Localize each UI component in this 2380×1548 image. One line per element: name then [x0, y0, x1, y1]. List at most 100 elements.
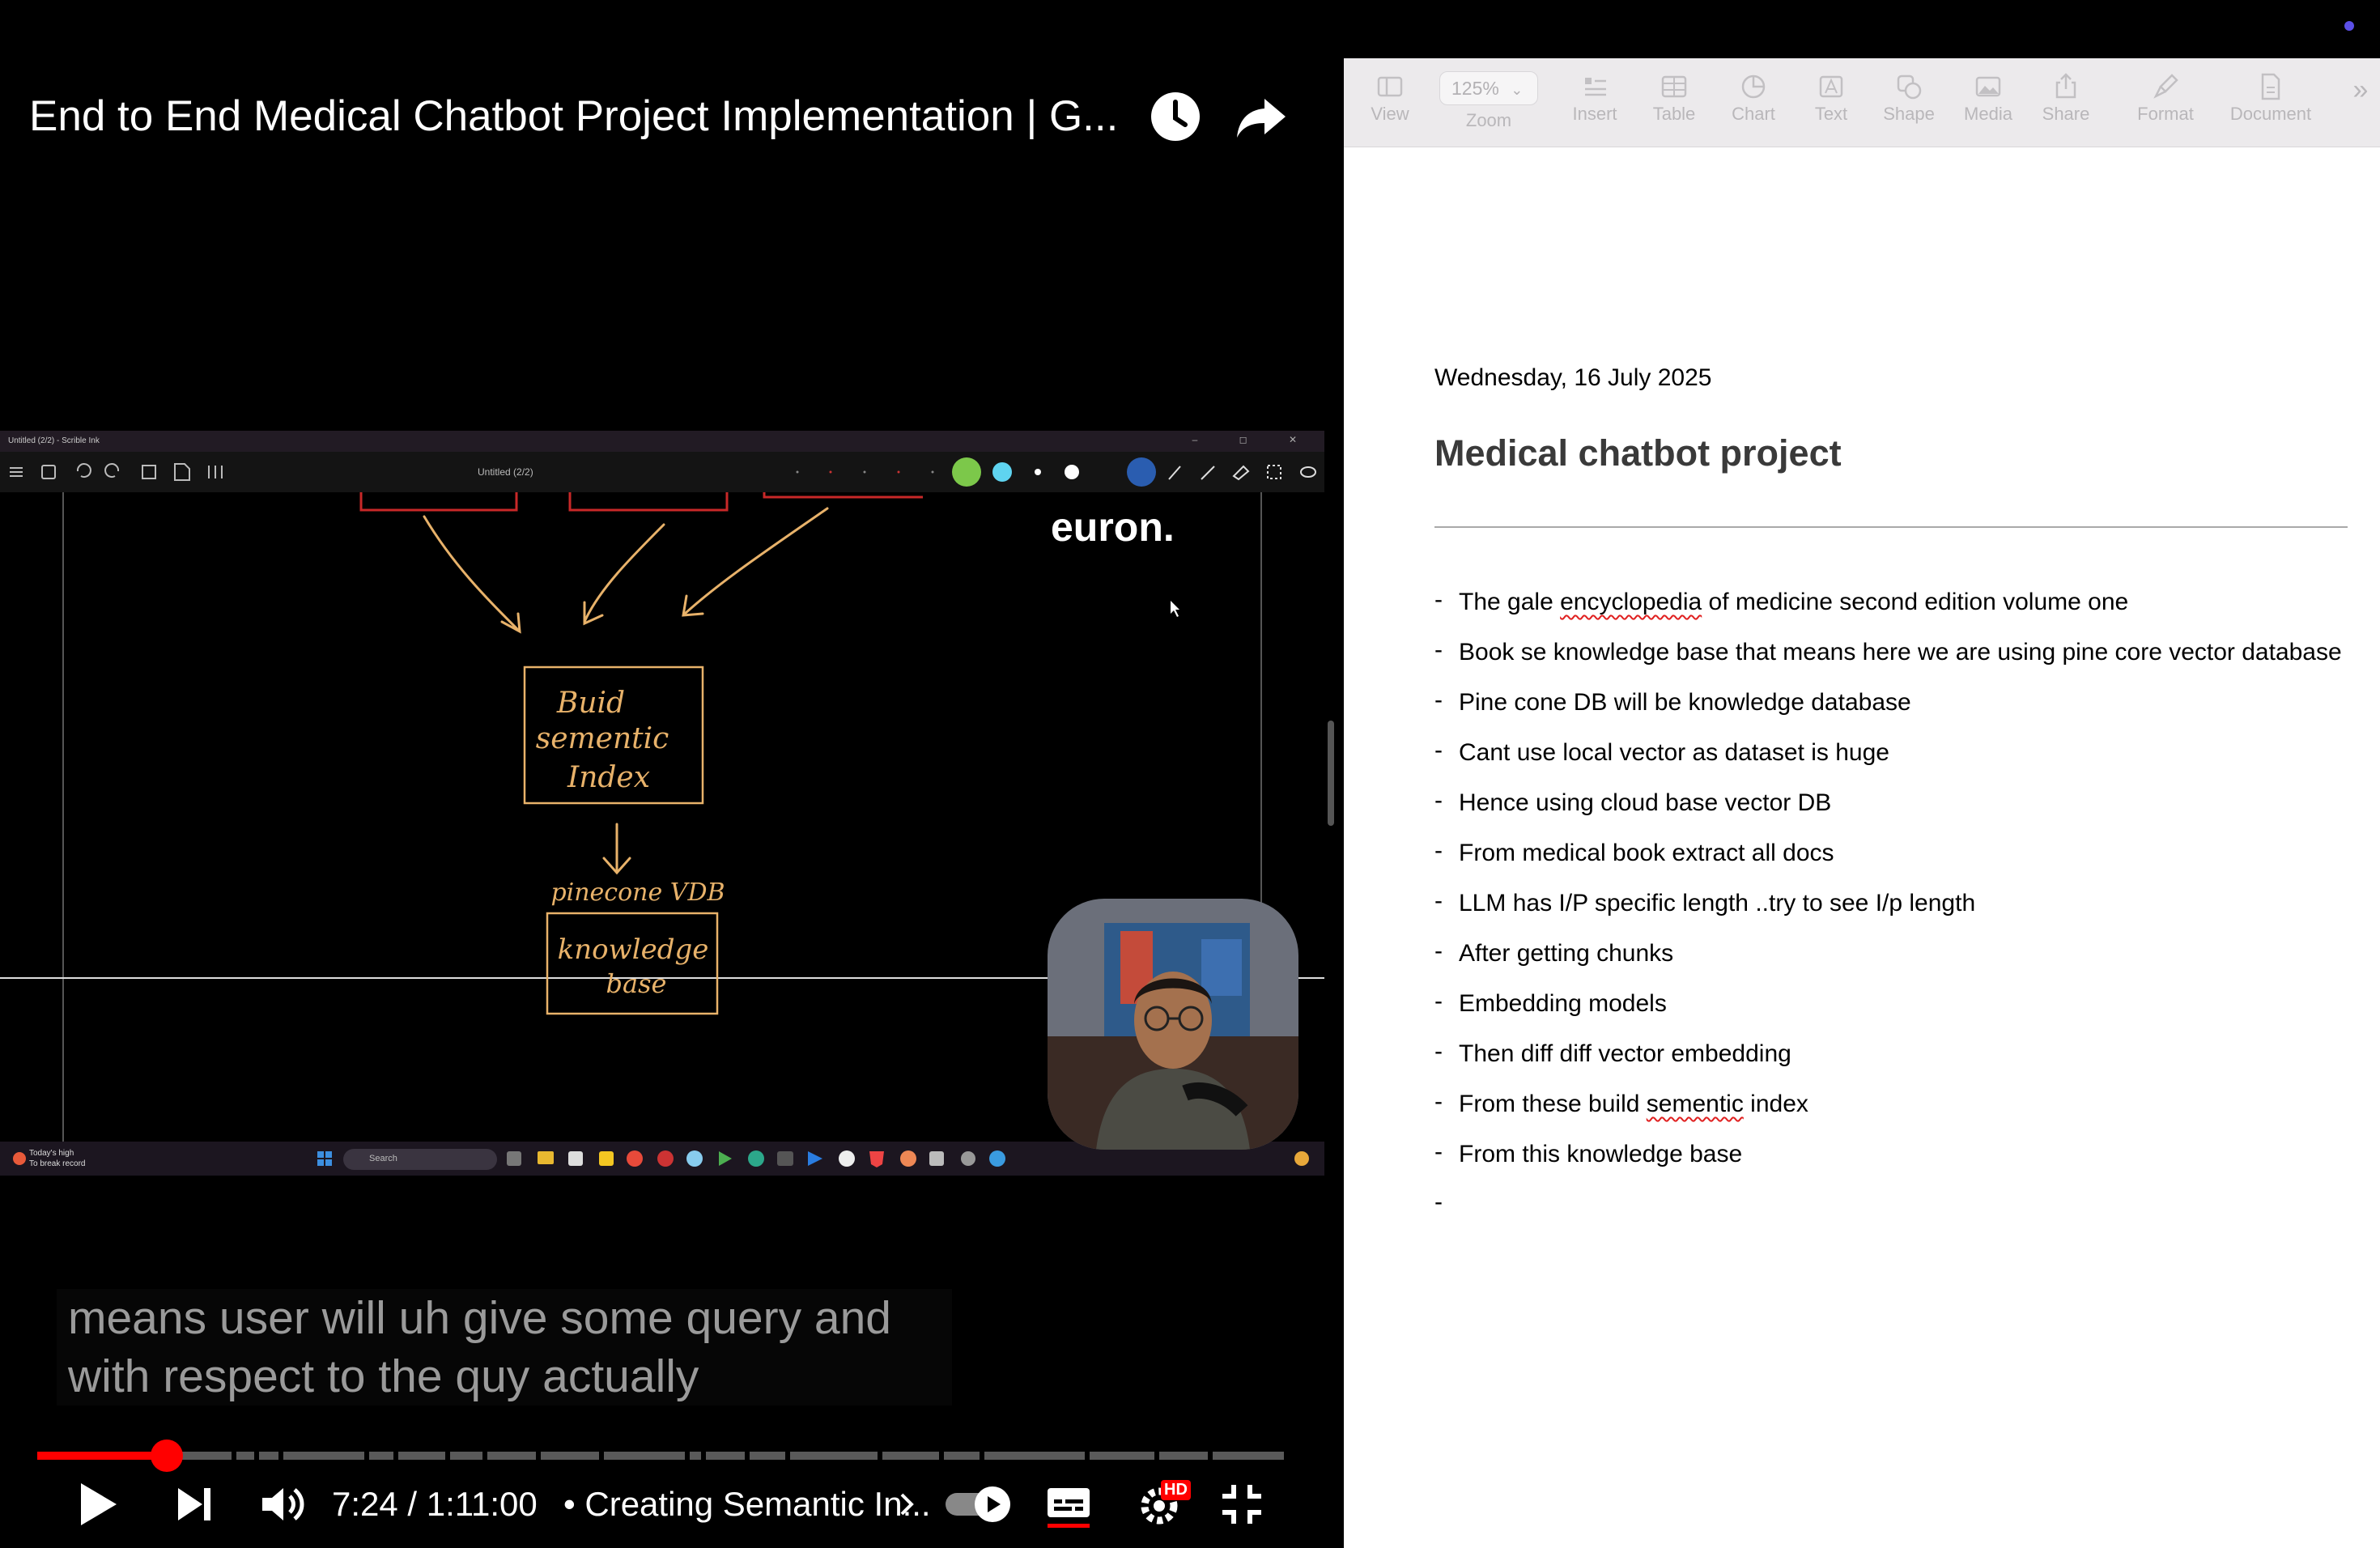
watch-later-icon[interactable] [1146, 87, 1205, 146]
captions-icon[interactable] [1044, 1480, 1093, 1529]
zoom-select[interactable]: 125% ⌄ [1439, 71, 1538, 105]
toolbar-chart[interactable]: Chart [1715, 71, 1792, 126]
bullet-item: Embedding models [1434, 987, 2342, 1040]
toolbar-chart-label: Chart [1732, 104, 1775, 124]
bullet-text: Hence using cloud base vector DB [1459, 789, 1832, 816]
chart-icon [1741, 74, 1766, 99]
taskbar-weather: Today's high To break record [29, 1148, 85, 1169]
bullet-text: Then diff diff vector embedding [1459, 1040, 1791, 1067]
chevron-down-icon: ⌄ [1511, 82, 1524, 98]
volume-icon[interactable] [257, 1480, 306, 1529]
bullet-text: Embedding models [1459, 990, 1667, 1017]
capture-titlebar: Untitled (2/2) - Scrible Ink – ◻ ✕ [0, 431, 1324, 452]
bullet-item: Then diff diff vector embedding [1434, 1037, 2342, 1090]
whiteboard-box2-line2: base [606, 968, 667, 999]
document-title: Medical chatbot project [1434, 432, 1842, 474]
toolbar-shape[interactable]: Shape [1870, 71, 1948, 126]
capture-doc-title: Untitled (2/2) [478, 466, 533, 478]
share-icon [2055, 73, 2076, 99]
status-dot [2344, 21, 2354, 31]
bullet-list: The gale encyclopedia of medicine second… [1434, 585, 2342, 1240]
toolbar-media[interactable]: Media [1949, 71, 2027, 126]
pages-window: View 125% ⌄ Zoom Insert Table Chart Text… [1344, 58, 2380, 1548]
document-icon [2261, 73, 2280, 100]
toolbar-share[interactable]: Share [2027, 71, 2105, 126]
taskbar-search: Search [343, 1149, 497, 1170]
bullet-item: From medical book extract all docs [1434, 836, 2342, 889]
weather-line2: To break record [29, 1159, 86, 1168]
bullet-text: Cant use local vector as dataset is huge [1459, 739, 1889, 766]
sidebar-icon [1377, 76, 1403, 97]
media-icon [1975, 76, 2001, 97]
bullet-item: LLM has I/P specific length ..try to see… [1434, 887, 2342, 939]
spelling-error[interactable]: encyclopedia [1560, 589, 1702, 615]
insert-icon [1585, 78, 1606, 96]
bullet-item: Book se knowledge base that means here w… [1434, 636, 2342, 688]
toolbar-document[interactable]: Document [2218, 71, 2323, 126]
bullet-item: After getting chunks [1434, 937, 2342, 989]
toolbar-share-label: Share [2042, 104, 2090, 124]
bullet-text: Book se knowledge base that means here w… [1459, 639, 2342, 666]
paintbrush-icon [2153, 74, 2178, 99]
euron-logo: euron. [1051, 504, 1175, 550]
bullet-item: The gale encyclopedia of medicine second… [1434, 585, 2342, 638]
chevron-right-icon[interactable] [895, 1480, 920, 1529]
caption-line: means user will uh give some query and [68, 1292, 892, 1344]
whiteboard-box1-line3: Index [567, 761, 650, 794]
toolbar-document-label: Document [2229, 104, 2312, 124]
settings-button[interactable]: HD [1137, 1480, 1195, 1529]
toolbar-view[interactable]: View [1362, 71, 1418, 126]
bullet-text: From this knowledge base [1459, 1141, 1743, 1167]
bullet-text: From these build sementic index [1459, 1091, 1808, 1117]
capture-window-buttons: – ◻ ✕ [1192, 434, 1316, 445]
toolbar-insert-label: Insert [1572, 104, 1617, 124]
capture-toolbar-icons [10, 457, 1316, 487]
progress-bar[interactable] [37, 1440, 1284, 1472]
hd-badge: HD [1161, 1480, 1191, 1500]
bullet-text: After getting chunks [1459, 940, 1674, 967]
toolbar-table[interactable]: Table [1635, 71, 1713, 126]
video-title[interactable]: End to End Medical Chatbot Project Imple… [29, 87, 1146, 146]
autoplay-toggle[interactable] [942, 1480, 1015, 1529]
capture-toolbar [0, 452, 1324, 492]
whiteboard-box1-line1: Buid [556, 687, 625, 720]
bullet-text: The gale encyclopedia of medicine second… [1459, 589, 2129, 615]
toolbar-insert[interactable]: Insert [1556, 71, 1634, 126]
bullet-item: From this knowledge base [1434, 1138, 2342, 1190]
bullet-text: LLM has I/P specific length ..try to see… [1459, 890, 1976, 916]
progress-played [37, 1452, 168, 1460]
toolbar-text[interactable]: Text [1792, 71, 1870, 126]
chapter-title[interactable]: • Creating Semantic In... [563, 1482, 931, 1527]
zoom-value: 125% [1451, 78, 1499, 99]
webcam-overlay [1048, 899, 1298, 1150]
table-icon [1661, 75, 1687, 98]
spelling-error[interactable]: sementic [1647, 1091, 1744, 1117]
bullet-item: Pine cone DB will be knowledge database [1434, 686, 2342, 738]
play-icon[interactable] [73, 1480, 121, 1529]
video-player[interactable]: End to End Medical Chatbot Project Imple… [0, 0, 1344, 1548]
toolbar-media-label: Media [1964, 104, 2012, 124]
share-icon[interactable] [1232, 87, 1290, 146]
toolbar-view-label: View [1371, 104, 1409, 124]
time-display: 7:24 / 1:11:00 [332, 1485, 538, 1523]
toolbar-format[interactable]: Format [2123, 71, 2208, 126]
whiteboard-box1-line2: sementic [536, 722, 669, 755]
capture-window-title: Untitled (2/2) - Scrible Ink [8, 436, 100, 445]
title-divider [1434, 526, 2348, 528]
progress-scrubber[interactable] [151, 1440, 184, 1472]
bullet-text: Pine cone DB will be knowledge database [1459, 689, 1911, 716]
toolbar-format-label: Format [2137, 104, 2194, 124]
shape-icon [1897, 74, 1922, 100]
toolbar-zoom[interactable]: 125% ⌄ Zoom [1436, 71, 1541, 133]
text-icon [1819, 75, 1843, 98]
toolbar-text-label: Text [1814, 104, 1848, 124]
exit-fullscreen-icon[interactable] [1218, 1480, 1266, 1529]
pane-scrollbar[interactable] [1328, 721, 1334, 826]
next-icon[interactable] [170, 1480, 219, 1529]
toolbar-more-button[interactable]: » [2344, 74, 2377, 106]
bullet-item [1434, 1188, 2342, 1240]
toolbar-table-label: Table [1652, 104, 1696, 124]
chapter-segments [37, 1452, 1284, 1460]
document-date: Wednesday, 16 July 2025 [1434, 364, 1712, 391]
caption-line: with respect to the quy actually [68, 1350, 699, 1402]
